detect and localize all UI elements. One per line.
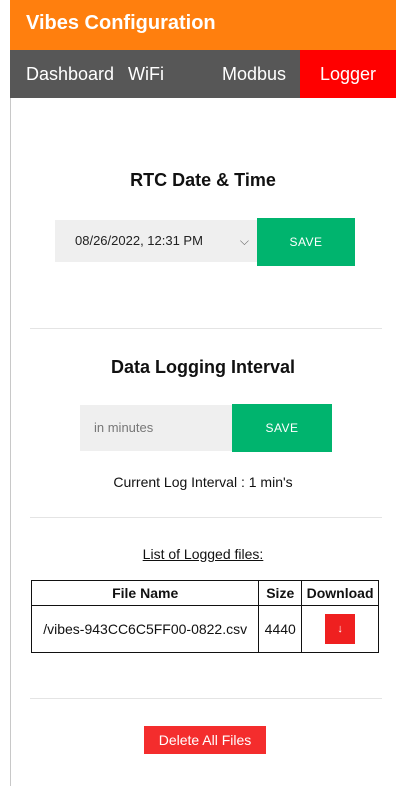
divider	[30, 517, 382, 518]
datetime-picker[interactable]: 08/26/2022, 12:31 PM ⌵	[55, 220, 257, 262]
delete-all-files-button[interactable]: Delete All Files	[144, 726, 266, 754]
interval-input[interactable]: in minutes	[80, 405, 232, 451]
current-interval-text: Current Log Interval : 1 min's	[113, 474, 293, 490]
download-cell: ↓	[301, 605, 379, 653]
column-header-size: Size	[258, 580, 303, 606]
nav-bar: Dashboard WiFi Modbus Logger	[10, 50, 396, 98]
datetime-value: 08/26/2022, 12:31 PM	[75, 233, 203, 248]
rtc-title: RTC Date & Time	[130, 170, 276, 190]
file-size-cell: 4440	[258, 605, 303, 653]
logging-title: Data Logging Interval	[110, 357, 296, 377]
files-heading: List of Logged files:	[142, 546, 264, 562]
tab-logger[interactable]: Logger	[300, 50, 396, 98]
interval-save-button[interactable]: SAVE	[232, 404, 332, 452]
divider	[30, 328, 382, 329]
chevron-down-icon: ⌵	[239, 234, 249, 248]
app-title: Vibes Configuration	[26, 12, 216, 34]
table-header-row: File Name Size Download	[30, 580, 379, 606]
tab-dashboard[interactable]: Dashboard	[26, 50, 114, 98]
tab-wifi[interactable]: WiFi	[128, 50, 164, 98]
divider	[30, 698, 382, 699]
file-name-cell: /vibes-943CC6C5FF00-0822.csv	[30, 605, 260, 653]
content-border	[10, 98, 11, 786]
rtc-save-button[interactable]: SAVE	[257, 218, 355, 266]
tab-modbus[interactable]: Modbus	[222, 50, 286, 98]
column-header-download: Download	[301, 580, 379, 606]
app-header: Vibes Configuration	[10, 0, 396, 50]
files-table: File Name Size Download /vibes-943CC6C5F…	[30, 580, 379, 653]
column-header-filename: File Name	[30, 580, 260, 606]
download-icon[interactable]: ↓	[325, 614, 356, 644]
interval-placeholder: in minutes	[94, 420, 154, 435]
table-row: /vibes-943CC6C5FF00-0822.csv 4440 ↓	[30, 605, 379, 653]
